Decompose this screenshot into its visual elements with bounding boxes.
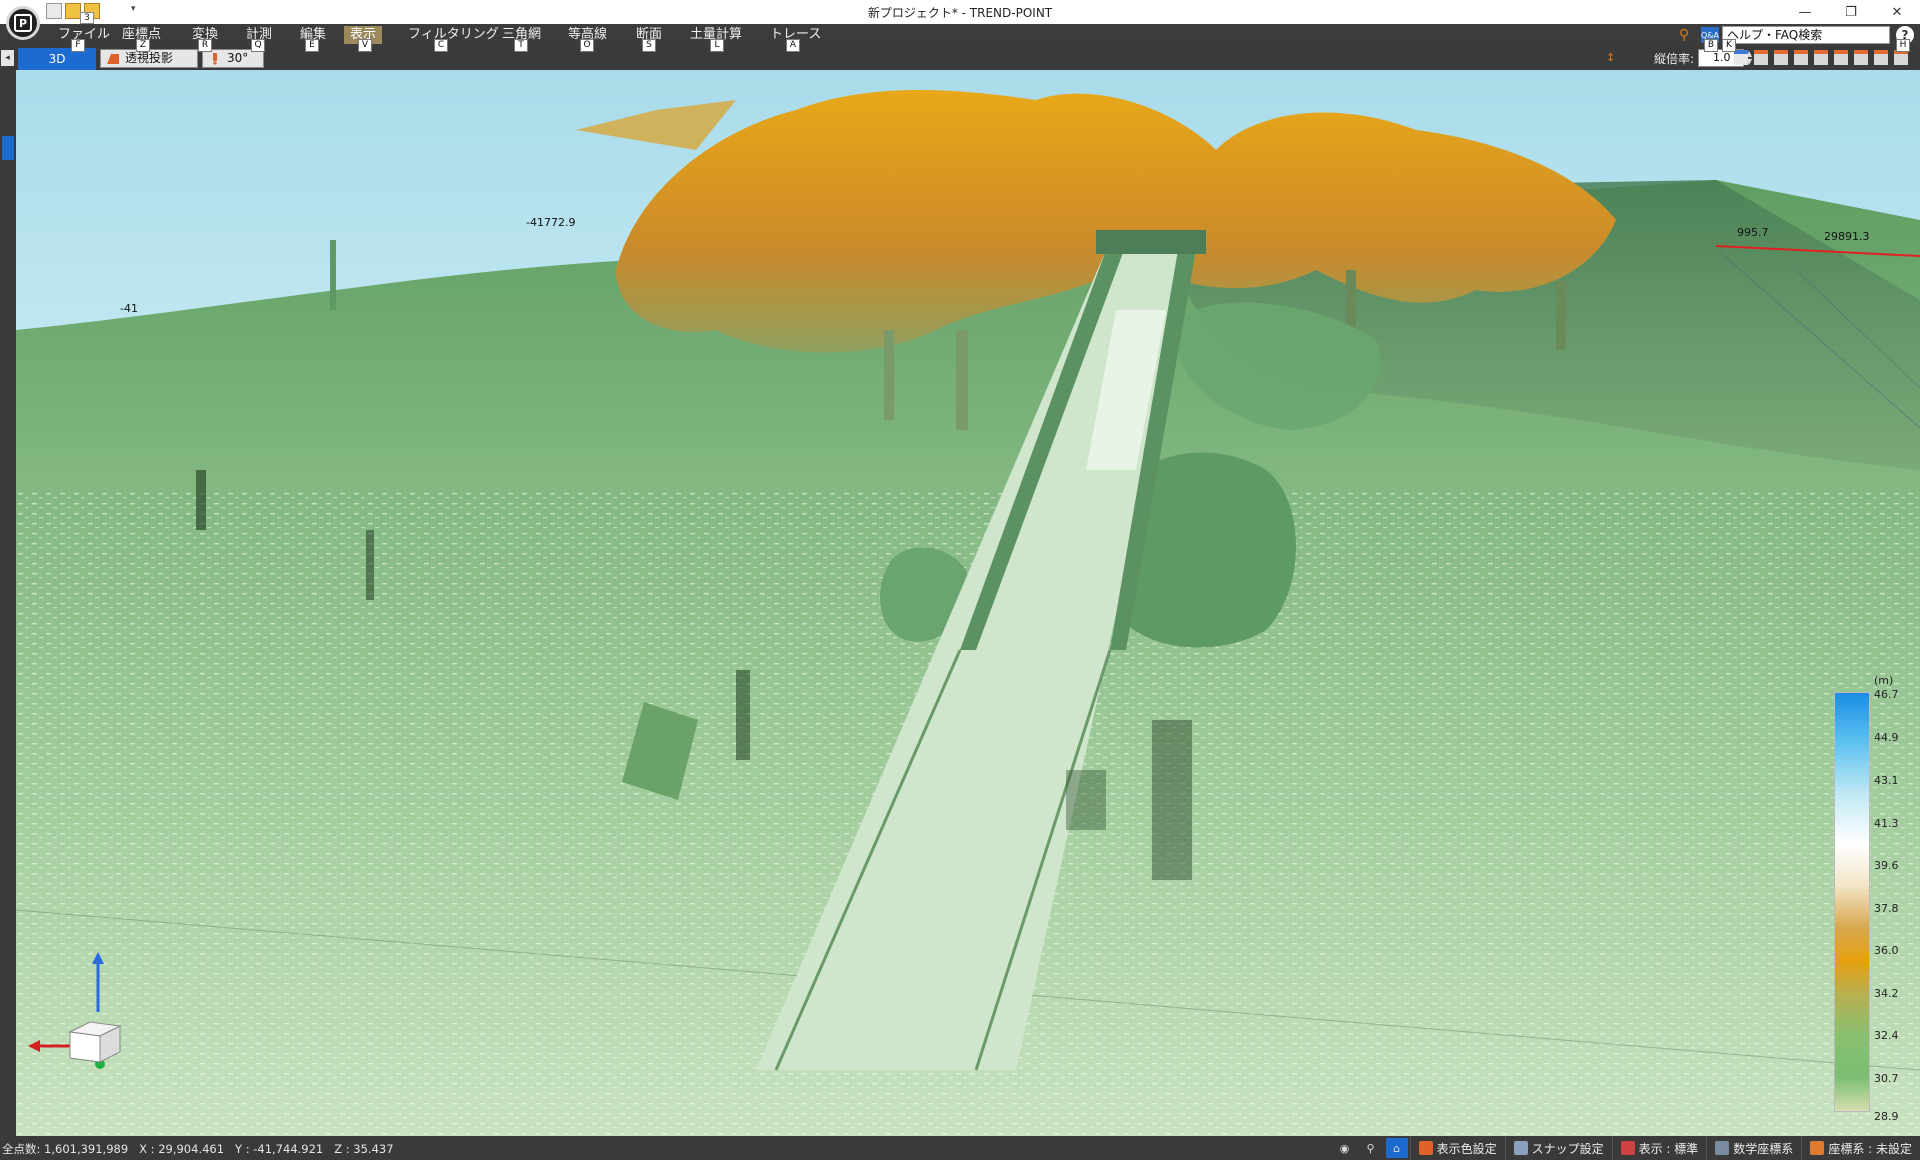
left-panel-strip: ◂ [0,46,16,1136]
view-settings-icon[interactable] [1894,50,1908,65]
legend-unit: (m) [1874,674,1894,687]
menu-filtering[interactable]: フィルタリング [402,26,505,44]
keytip-tin: T [514,39,528,52]
keytip-points: Z [136,39,150,52]
app-menu-button[interactable]: P [6,6,40,40]
snap-settings-label: スナップ設定 [1531,1141,1604,1156]
user-icon[interactable]: ⚲ [1679,27,1695,43]
minimize-button[interactable]: — [1782,0,1828,24]
coord-system-icon [1810,1141,1825,1155]
vertical-scale-label: 縦倍率: [1653,52,1694,66]
coord-label-1: -41772.9 [526,216,576,229]
legend-value-1: 44.9 [1874,731,1899,744]
legend-value-3: 41.3 [1874,817,1899,830]
keytip-b: B [1704,39,1718,52]
3d-viewport[interactable]: -41772.9 -41 995.7 29891.3 [16,70,1920,1136]
legend-value-2: 43.1 [1874,774,1899,787]
legend-value-7: 34.2 [1874,987,1899,1000]
elevation-color-legend [1834,692,1870,1112]
panel-tab[interactable] [2,136,14,160]
app-logo-letter: P [18,16,28,30]
collapse-panel-icon[interactable]: ◂ [1,50,14,66]
legend-value-4: 39.6 [1874,859,1899,872]
keytip-measure: Q [251,39,265,52]
cursor-z: Z : 35.437 [334,1142,394,1156]
view-left-icon[interactable] [1794,50,1808,65]
keytip-filtering: C [434,39,448,52]
menu-bar: ファイル 座標点 変換 計測 編集 表示 フィルタリング 三角網 等高線 断面 … [0,24,1920,46]
app-logo-icon: P [14,14,32,32]
keytip-h: H [1896,39,1910,52]
restore-button[interactable]: ❐ [1828,0,1874,24]
legend-value-10: 28.9 [1874,1110,1899,1123]
status-tools: ◉ ⚲ ⌂ 表示色設定 スナップ設定 表示 : 標準 数学座標系 座標系 : 未… [1332,1136,1920,1160]
view-bottom-icon[interactable] [1854,50,1868,65]
title-bar: P 3 ▾ 新プロジェクト* - TREND-POINT — ❐ ✕ [0,0,1920,40]
perspective-label: 透視投影 [125,51,174,65]
keytip-edit: E [305,39,319,52]
angle-icon [213,53,217,65]
display-mode-button[interactable]: 表示 : 標準 [1611,1136,1707,1160]
cursor-x: X : 29,904.461 [139,1142,225,1156]
keytip-trace: A [786,39,800,52]
view-back-icon[interactable] [1774,50,1788,65]
point-cloud-scene [16,70,1920,1136]
keytip-k: K [1722,39,1736,52]
math-coords-label: 数学座標系 [1733,1141,1794,1156]
coord-system-label: 座標系 : 未設定 [1828,1141,1912,1156]
pin-icon[interactable]: ⚲ [1360,1138,1382,1158]
view-angle-label: 30° [227,51,249,65]
coord-label-3: 995.7 [1737,226,1769,239]
color-settings-button[interactable]: 表示色設定 [1409,1136,1505,1160]
coord-system-button[interactable]: 座標系 : 未設定 [1801,1136,1920,1160]
coord-label-4: 29891.3 [1824,230,1870,243]
status-bar: 全点数: 1,601,391,989 X : 29,904.461 Y : -4… [0,1136,1920,1160]
legend-value-9: 30.7 [1874,1072,1899,1085]
help-search-input[interactable]: ヘルプ・FAQ検索 [1722,26,1890,44]
window-controls: — ❐ ✕ [1782,0,1920,24]
view-iso-icon[interactable] [1874,50,1888,65]
axis-gizmo[interactable] [28,952,138,1072]
home-icon[interactable]: ⌂ [1385,1138,1408,1158]
keytip-earthwork: L [710,39,724,52]
home-view-icon[interactable] [1734,50,1748,65]
legend-value-6: 36.0 [1874,944,1899,957]
cursor-y: Y : -41,744.921 [235,1142,324,1156]
status-readout: 全点数: 1,601,391,989 X : 29,904.461 Y : -4… [2,1141,394,1157]
qat-keytip: 3 [80,12,94,24]
coords-icon [1715,1141,1730,1155]
keytip-transform: R [198,39,212,52]
view-right-icon[interactable] [1814,50,1828,65]
color-settings-label: 表示色設定 [1436,1141,1497,1156]
keytip-file: F [71,39,85,52]
keytip-view: V [358,39,372,52]
view-top-icon[interactable] [1834,50,1848,65]
vertical-scale-icon: ↕ [1606,51,1616,64]
view-front-icon[interactable] [1754,50,1768,65]
eye-icon[interactable]: ◉ [1334,1138,1356,1158]
point-count: 全点数: 1,601,391,989 [2,1142,129,1156]
snap-settings-button[interactable]: スナップ設定 [1504,1136,1612,1160]
close-button[interactable]: ✕ [1874,0,1920,24]
window-title: 新プロジェクト* - TREND-POINT [867,6,1053,20]
snap-icon [1513,1141,1528,1155]
legend-value-5: 37.8 [1874,902,1899,915]
view-toolbar: 3D 透視投影 30° ↕ 縦倍率: 1.0 ▲ ▼ [16,46,1920,70]
keytip-section: S [642,39,656,52]
coord-label-2: -41 [120,302,138,315]
perspective-icon [107,54,119,64]
legend-value-0: 46.7 [1874,688,1899,701]
math-coords-button[interactable]: 数学座標系 [1706,1136,1801,1160]
palette-icon [1418,1141,1433,1155]
legend-value-8: 32.4 [1874,1029,1899,1042]
keytip-contour: O [580,39,594,52]
display-mode-icon [1620,1141,1635,1155]
view-tool-icons [1734,50,1908,65]
display-mode-label: 表示 : 標準 [1638,1141,1699,1156]
